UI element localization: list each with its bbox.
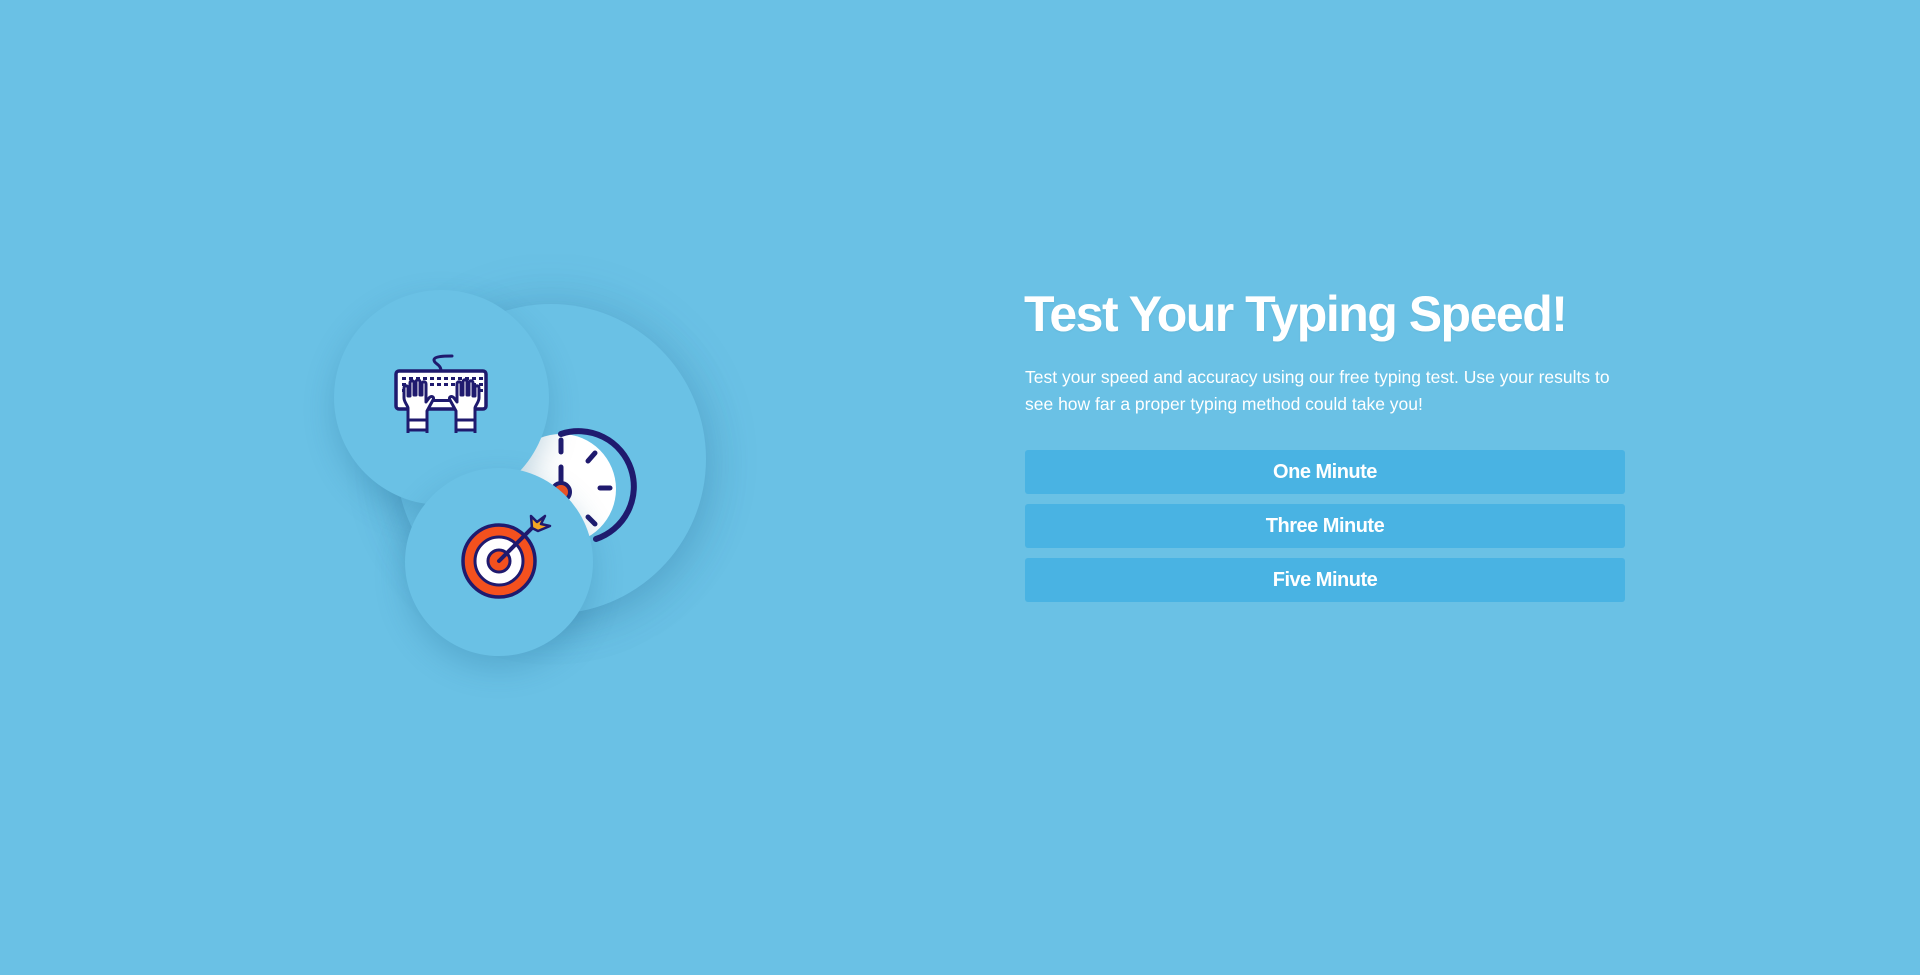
three-minute-button[interactable]: Three Minute bbox=[1025, 504, 1625, 548]
hero-illustration bbox=[300, 270, 800, 690]
duration-buttons: One Minute Three Minute Five Minute bbox=[1024, 450, 1626, 602]
hero-content: Test Your Typing Speed! Test your speed … bbox=[1024, 284, 1626, 602]
page: Test Your Typing Speed! Test your speed … bbox=[0, 0, 1920, 975]
page-title: Test Your Typing Speed! bbox=[1024, 286, 1568, 342]
target-circle bbox=[405, 468, 593, 656]
five-minute-button[interactable]: Five Minute bbox=[1025, 558, 1625, 602]
one-minute-button[interactable]: One Minute bbox=[1025, 450, 1625, 494]
target-arrow-icon bbox=[461, 514, 552, 599]
page-subtitle: Test your speed and accuracy using our f… bbox=[1025, 367, 1610, 414]
